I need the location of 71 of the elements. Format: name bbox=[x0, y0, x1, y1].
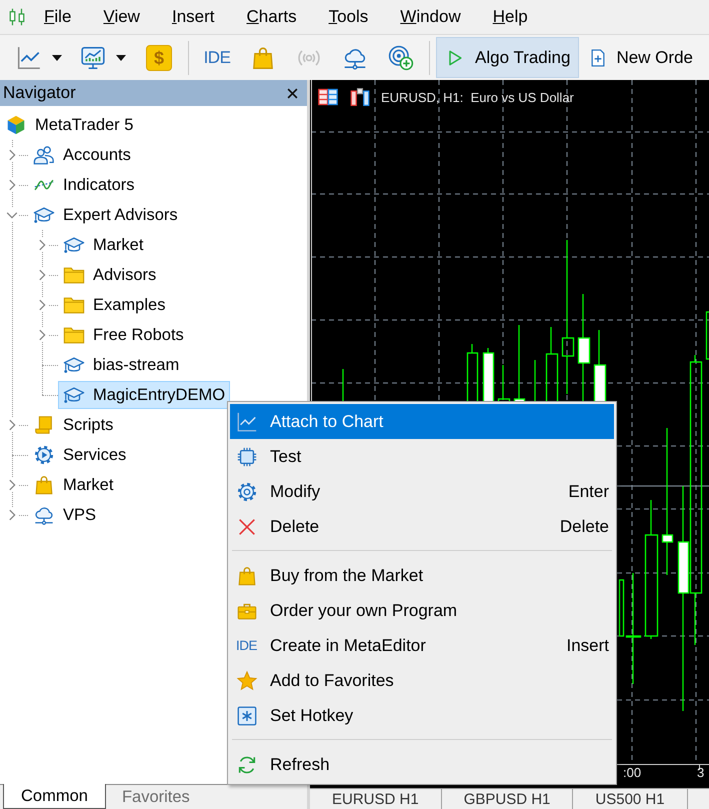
shopping-bag-icon bbox=[33, 474, 55, 496]
close-icon[interactable] bbox=[285, 86, 300, 100]
candle bbox=[482, 348, 494, 404]
dollar-icon: $ bbox=[146, 44, 172, 70]
tree-item[interactable]: MetaTrader 5 bbox=[0, 111, 138, 139]
tree-item[interactable]: Scripts bbox=[28, 411, 118, 439]
tree-item[interactable]: Advisors bbox=[58, 261, 162, 289]
ide-icon: IDE bbox=[236, 638, 258, 653]
panel-title: Navigator bbox=[3, 83, 76, 103]
toolbar-button[interactable]: IDE bbox=[195, 38, 239, 78]
candlestick-icon bbox=[8, 6, 26, 28]
menu-item[interactable]: Attach to Chart bbox=[230, 404, 614, 439]
tab[interactable]: US500 H1 bbox=[573, 789, 688, 809]
candle bbox=[706, 311, 709, 360]
tree-item[interactable]: MagicEntryDEMO bbox=[58, 381, 230, 409]
gear-icon bbox=[236, 480, 258, 502]
shortcut-label: Delete bbox=[560, 516, 609, 536]
shopping-bag-icon bbox=[236, 564, 258, 586]
menu-item[interactable]: Buy from the Market bbox=[230, 558, 614, 593]
tab[interactable]: Favorites bbox=[106, 785, 206, 809]
tree-item[interactable]: Expert Advisors bbox=[28, 201, 183, 229]
shortcut-label: Insert bbox=[566, 636, 609, 656]
tree-item[interactable]: Examples bbox=[58, 291, 170, 319]
menu-item[interactable]: Delete Delete bbox=[230, 509, 614, 544]
cube-icon bbox=[5, 114, 27, 136]
people-icon bbox=[33, 144, 55, 166]
split-grid-icon[interactable] bbox=[317, 87, 339, 107]
algo-trading-button[interactable]: Algo Trading bbox=[436, 37, 580, 78]
menu-item[interactable]: Tools bbox=[312, 3, 384, 31]
new-order-button[interactable]: New Orde bbox=[581, 37, 698, 78]
menu-item[interactable]: Order your own Program bbox=[230, 593, 614, 628]
tree-item[interactable]: Accounts bbox=[28, 141, 136, 169]
chip-icon bbox=[236, 446, 258, 468]
menu-item[interactable]: IDE Create in MetaEditor Insert bbox=[230, 628, 614, 663]
tree-item[interactable]: bias-stream bbox=[58, 351, 184, 379]
gear-play-icon bbox=[33, 444, 55, 466]
star-icon bbox=[236, 670, 258, 692]
shortcut-label: Enter bbox=[568, 482, 609, 502]
tree-item[interactable]: Market bbox=[58, 231, 148, 259]
depth-bars-icon[interactable] bbox=[349, 87, 371, 107]
menu-item[interactable]: Add to Favorites bbox=[230, 663, 614, 698]
tab[interactable]: Common bbox=[3, 784, 106, 809]
tab[interactable]: EURUSD H1 bbox=[310, 789, 442, 809]
tree-item[interactable]: Services bbox=[28, 441, 132, 469]
menu-item[interactable]: File bbox=[28, 3, 88, 31]
tree-item[interactable]: VPS bbox=[28, 501, 102, 529]
time-label: 3 bbox=[697, 765, 704, 780]
line-chart-icon bbox=[236, 410, 258, 432]
menu-item[interactable]: Refresh bbox=[230, 747, 614, 782]
asterisk-key-icon bbox=[236, 704, 258, 726]
tree-item[interactable]: Indicators bbox=[28, 171, 140, 199]
menu-item[interactable]: Help bbox=[476, 3, 544, 31]
tab[interactable]: GBPUSD H1 bbox=[442, 789, 574, 809]
shopping-bag-icon bbox=[250, 44, 276, 70]
chart-title: EURUSD, H1: Euro vs US Dollar bbox=[381, 90, 574, 104]
menu-item[interactable]: Insert bbox=[156, 3, 230, 31]
tree-item[interactable]: Free Robots bbox=[58, 321, 189, 349]
ide-icon: IDE bbox=[204, 48, 230, 68]
line-chart-icon bbox=[16, 44, 42, 70]
menu-item[interactable]: View bbox=[87, 3, 156, 31]
scroll-icon bbox=[33, 414, 55, 436]
menu-item[interactable]: Test bbox=[230, 439, 614, 474]
tree-item[interactable]: Market bbox=[28, 471, 118, 499]
menu-item[interactable]: Window bbox=[384, 3, 477, 31]
target-plus-icon bbox=[388, 44, 414, 70]
menu-item[interactable]: Charts bbox=[230, 3, 313, 31]
menu-item[interactable]: Set Hotkey bbox=[230, 698, 614, 733]
monitor-chart-icon bbox=[80, 44, 106, 70]
time-label: :00 bbox=[623, 765, 642, 780]
menu-item[interactable]: Modify Enter bbox=[230, 474, 614, 509]
refresh-icon bbox=[236, 754, 258, 776]
